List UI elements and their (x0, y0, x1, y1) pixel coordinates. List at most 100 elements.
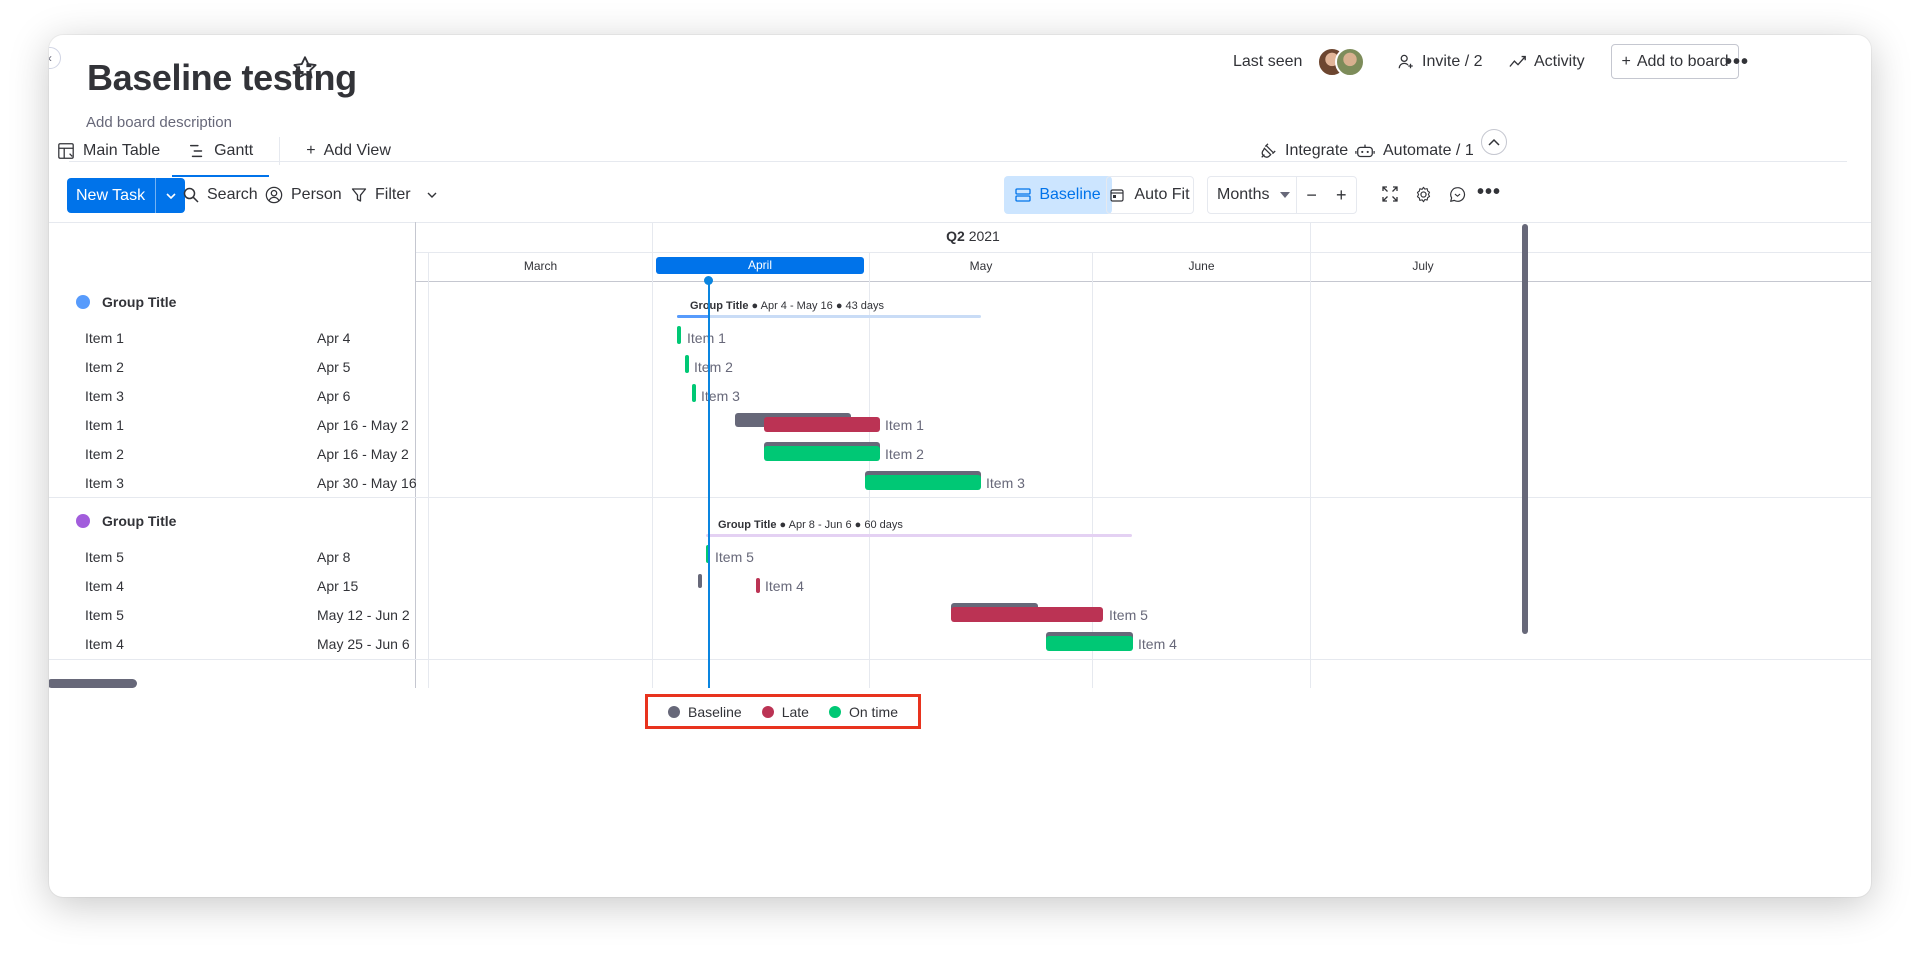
tab-gantt[interactable]: Gantt (172, 129, 270, 177)
month-label-may: May (969, 259, 993, 273)
legend-item-late: Late (761, 703, 809, 720)
item-name[interactable]: Item 3 (85, 475, 124, 491)
avatar[interactable] (1335, 47, 1365, 77)
auto-fit-button[interactable]: Auto Fit (1106, 176, 1194, 214)
tab-main-table[interactable]: Main Table (49, 129, 172, 173)
today-marker-line (708, 281, 710, 688)
star-icon[interactable] (291, 54, 319, 82)
activity-label: Activity (1534, 53, 1585, 70)
item-name[interactable]: Item 1 (85, 330, 124, 346)
collapse-header-button[interactable] (1481, 129, 1507, 155)
legend-item-on-time: On time (828, 704, 898, 720)
item-name[interactable]: Item 4 (85, 636, 124, 652)
new-task-button-group: New Task (67, 178, 186, 213)
last-seen-avatars[interactable] (1317, 45, 1369, 79)
task-bar-label: Item 2 (694, 359, 733, 375)
group-color-dot[interactable] (76, 295, 90, 309)
task-bar-late[interactable] (764, 417, 880, 432)
item-name[interactable]: Item 1 (85, 417, 124, 433)
group-separator (49, 497, 1871, 498)
group-title[interactable]: Group Title (102, 513, 176, 529)
group-title[interactable]: Group Title (102, 294, 176, 310)
search-button[interactable]: Search (183, 178, 258, 212)
add-to-board-label: Add to board (1636, 52, 1729, 70)
baseline-toggle-button[interactable]: Baseline (1004, 176, 1112, 214)
month-divider (428, 252, 429, 688)
item-name[interactable]: Item 3 (85, 388, 124, 404)
activity-button[interactable]: Activity (1509, 45, 1585, 79)
task-bar-on-time[interactable] (764, 446, 880, 461)
item-name[interactable]: Item 2 (85, 359, 124, 375)
add-to-board-button[interactable]: + Add to board (1611, 44, 1739, 79)
last-seen-label: Last seen (1233, 53, 1303, 70)
item-name[interactable]: Item 5 (85, 607, 124, 623)
item-date[interactable]: Apr 8 (317, 549, 350, 565)
task-bar-late[interactable] (951, 607, 1103, 622)
fullscreen-icon[interactable] (1377, 181, 1403, 207)
item-date[interactable]: Apr 4 (317, 330, 350, 346)
group-duration-bar[interactable] (677, 315, 981, 318)
task-bar-on-time[interactable] (1046, 636, 1133, 651)
person-filter-button[interactable]: Person (265, 178, 342, 212)
task-bar-on-time[interactable] (865, 475, 981, 490)
zoom-select[interactable]: Months (1208, 177, 1297, 213)
vertical-scrollbar[interactable] (1522, 224, 1528, 634)
task-bar-on-time[interactable] (685, 355, 689, 373)
item-date[interactable]: Apr 15 (317, 578, 358, 594)
activity-icon (1509, 55, 1526, 67)
item-name[interactable]: Item 2 (85, 446, 124, 462)
month-label-april[interactable]: April (656, 257, 864, 274)
group-color-dot[interactable] (76, 514, 90, 528)
tab-add-view[interactable]: + Add View (294, 129, 403, 173)
month-label-march: March (523, 259, 558, 273)
item-date[interactable]: Apr 6 (317, 388, 350, 404)
item-date[interactable]: Apr 16 - May 2 (317, 446, 409, 462)
chat-icon[interactable] (1444, 181, 1470, 207)
board-more-menu-icon[interactable]: ••• (1724, 51, 1750, 73)
chevron-down-icon[interactable] (155, 178, 185, 213)
item-date[interactable]: Apr 5 (317, 359, 350, 375)
month-label-june: June (1188, 259, 1215, 273)
horizontal-scrollbar[interactable] (49, 679, 137, 688)
baseline-bar (698, 574, 702, 588)
zoom-in-button[interactable]: + (1326, 185, 1356, 206)
settings-gear-icon[interactable] (1410, 181, 1436, 207)
new-task-button[interactable]: New Task (67, 178, 155, 213)
legend-dot (828, 705, 841, 718)
item-date[interactable]: May 25 - Jun 6 (317, 636, 410, 652)
group-duration-bar[interactable] (706, 534, 1132, 537)
filter-label: Filter (375, 186, 411, 203)
chevron-up-icon (1488, 138, 1500, 146)
quarter-divider (652, 222, 653, 688)
task-bar-on-time[interactable] (677, 326, 681, 344)
item-date[interactable]: Apr 30 - May 16 (317, 475, 417, 491)
chevron-down-icon[interactable] (427, 192, 437, 198)
automate-button[interactable]: Automate / 1 (1355, 129, 1474, 173)
item-name[interactable]: Item 4 (85, 578, 124, 594)
sidebar-collapse-button[interactable]: ‹ (49, 47, 61, 69)
item-name[interactable]: Item 5 (85, 549, 124, 565)
view-tabs: Main Table Gantt + Add View (49, 129, 403, 177)
quarter-label: Q2 2021 (893, 228, 1053, 244)
person-plus-icon (1398, 54, 1413, 69)
group-summary-title: Group Title (718, 519, 777, 531)
invite-label: Invite / 2 (1422, 53, 1483, 70)
item-date[interactable]: May 12 - Jun 2 (317, 607, 410, 623)
task-bar-label: Item 5 (715, 549, 754, 565)
legend-dot (668, 705, 681, 718)
invite-button[interactable]: Invite / 2 (1397, 45, 1482, 79)
item-date[interactable]: Apr 16 - May 2 (317, 417, 409, 433)
quarter-divider (1310, 222, 1311, 688)
zoom-out-button[interactable]: − (1297, 185, 1327, 206)
task-bar-on-time[interactable] (692, 384, 696, 402)
filter-button[interactable]: Filter (351, 178, 437, 212)
group-summary-detail: ● Apr 4 - May 16 ● 43 days (748, 300, 885, 312)
integrate-button[interactable]: Integrate (1259, 129, 1348, 173)
legend-label: Late (781, 703, 809, 720)
gantt-more-menu-icon[interactable]: ••• (1476, 181, 1502, 203)
items-pane-border[interactable] (415, 222, 416, 688)
legend-label: Baseline (688, 703, 742, 720)
integrate-label: Integrate (1285, 142, 1349, 159)
task-bar-late[interactable] (756, 578, 760, 593)
filter-icon (351, 188, 367, 202)
